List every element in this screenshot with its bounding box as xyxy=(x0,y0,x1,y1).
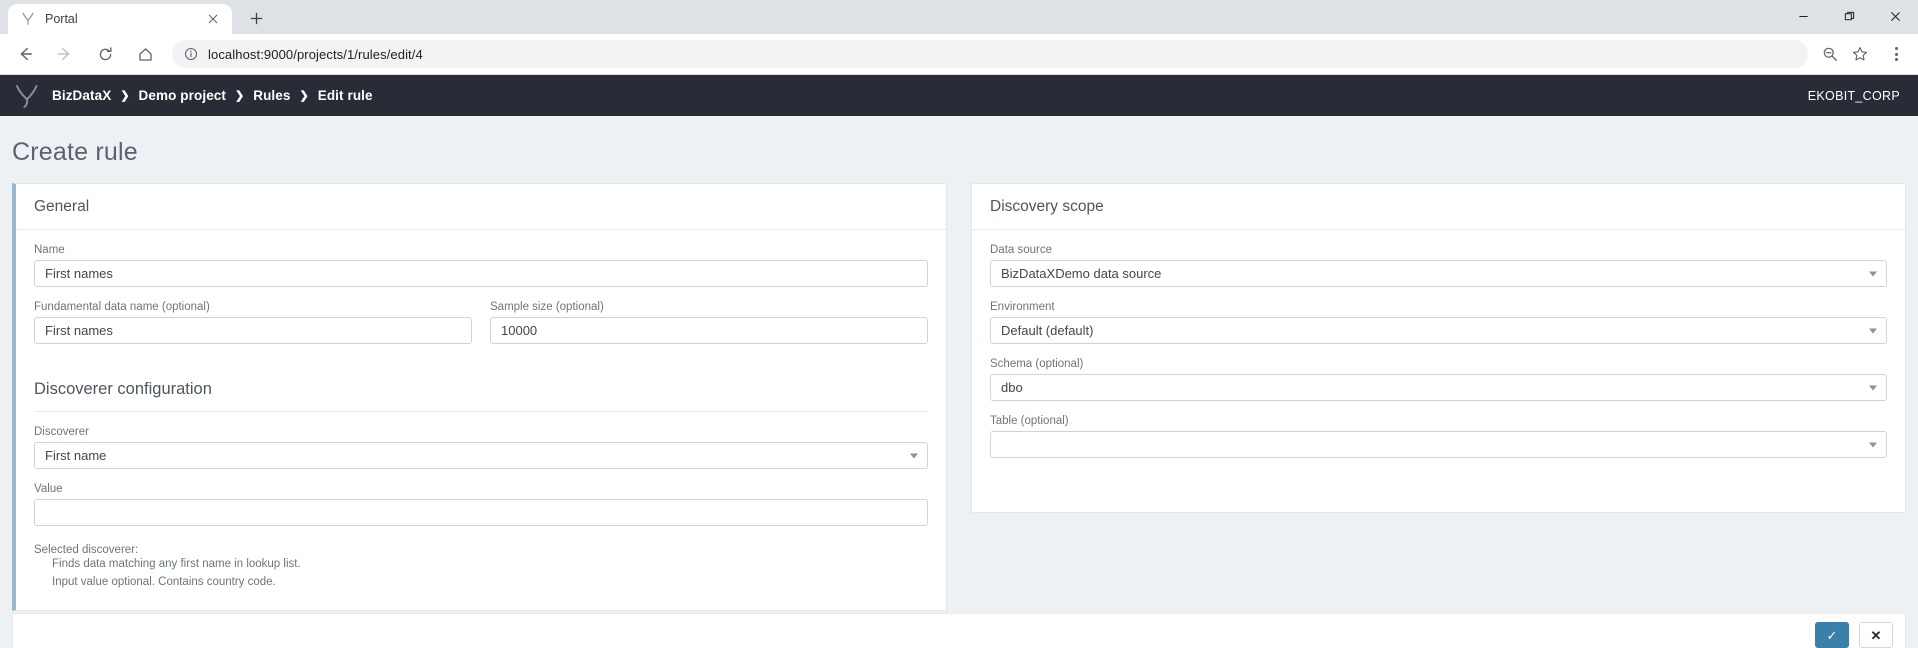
maximize-icon[interactable] xyxy=(1826,0,1872,32)
fundamental-sample-row: Fundamental data name (optional) Sample … xyxy=(34,301,928,358)
form-action-bar: ✓ ✕ xyxy=(12,613,1906,648)
name-input[interactable] xyxy=(34,260,928,287)
breadcrumb-item-edit-rule[interactable]: Edit rule xyxy=(318,88,373,103)
chevron-down-icon xyxy=(1869,271,1877,276)
info-circle-icon[interactable] xyxy=(184,47,198,61)
page-content: Create rule General Name Fundamental dat… xyxy=(0,116,1918,648)
breadcrumb-item-demo-project[interactable]: Demo project xyxy=(139,88,226,103)
discoverer-label: Discoverer xyxy=(34,426,89,438)
discovery-scope-card-title: Discovery scope xyxy=(990,198,1104,215)
general-column: General Name Fundamental data name (opti… xyxy=(12,183,947,611)
discoverer-field-group: Discoverer First name xyxy=(34,426,928,469)
omnibox-toolbar: localhost:9000/projects/1/rules/edit/4 xyxy=(0,34,1918,74)
minimize-icon[interactable] xyxy=(1780,0,1826,32)
data-source-select-value: BizDataXDemo data source xyxy=(1001,266,1162,281)
kebab-menu-icon[interactable] xyxy=(1882,40,1910,68)
breadcrumb-item-bizdatax[interactable]: BizDataX xyxy=(52,88,111,103)
selected-discoverer-help: Selected discoverer: Finds data matching… xyxy=(34,544,928,592)
environment-label: Environment xyxy=(990,301,1055,313)
cancel-button[interactable]: ✕ xyxy=(1859,622,1893,648)
table-label: Table (optional) xyxy=(990,415,1069,427)
discovery-scope-card: Discovery scope Data source BizDataXDemo… xyxy=(971,183,1906,513)
address-bar[interactable]: localhost:9000/projects/1/rules/edit/4 xyxy=(172,40,1808,68)
chevron-right-icon: ❯ xyxy=(299,90,309,102)
breadcrumb-item-rules[interactable]: Rules xyxy=(253,88,290,103)
fundamental-data-name-field-group: Fundamental data name (optional) xyxy=(34,301,472,344)
sample-size-label: Sample size (optional) xyxy=(490,301,604,313)
discovery-scope-column: Discovery scope Data source BizDataXDemo… xyxy=(971,183,1906,513)
discoverer-select[interactable]: First name xyxy=(34,442,928,469)
value-field-group: Value xyxy=(34,483,928,526)
tab-title: Portal xyxy=(45,12,78,26)
fundamental-data-name-label: Fundamental data name (optional) xyxy=(34,301,210,313)
forward-arrow-icon[interactable] xyxy=(49,38,81,70)
general-card-header: General xyxy=(16,184,946,230)
sample-size-input[interactable] xyxy=(490,317,928,344)
value-input[interactable] xyxy=(34,499,928,526)
discoverer-configuration-title: Discoverer configuration xyxy=(34,380,928,412)
browser-tab[interactable]: Portal xyxy=(8,4,232,34)
chevron-down-icon xyxy=(910,453,918,458)
close-icon[interactable] xyxy=(204,10,222,28)
environment-field-group: Environment Default (default) xyxy=(990,301,1887,344)
chevron-down-icon xyxy=(1869,328,1877,333)
selected-discoverer-line-2: Input value optional. Contains country c… xyxy=(52,575,276,588)
discovery-scope-card-body: Data source BizDataXDemo data source Env… xyxy=(972,230,1905,490)
data-source-label: Data source xyxy=(990,244,1053,256)
general-card-body: Name Fundamental data name (optional) Sa… xyxy=(16,230,946,610)
general-card: General Name Fundamental data name (opti… xyxy=(12,183,947,611)
schema-select-value: dbo xyxy=(1001,380,1023,395)
discoverer-select-value: First name xyxy=(45,448,107,463)
organization-name: EKOBIT_CORP xyxy=(1807,88,1900,103)
name-field-group: Name xyxy=(34,244,928,287)
tab-strip: Portal xyxy=(0,0,1918,34)
schema-label: Schema (optional) xyxy=(990,358,1084,370)
breadcrumb: BizDataX ❯ Demo project ❯ Rules ❯ Edit r… xyxy=(52,88,373,103)
general-card-title: General xyxy=(34,198,90,215)
window-controls xyxy=(1780,0,1918,32)
table-select[interactable] xyxy=(990,431,1887,458)
selected-discoverer-line-1: Finds data matching any first name in lo… xyxy=(52,558,301,570)
new-tab-button[interactable] xyxy=(242,4,270,32)
browser-chrome: Portal localhost:9000/projects/1/rules/e… xyxy=(0,0,1918,75)
data-source-field-group: Data source BizDataXDemo data source xyxy=(990,244,1887,287)
environment-select-value: Default (default) xyxy=(1001,323,1094,338)
chevron-down-icon xyxy=(1869,442,1877,447)
discovery-scope-card-header: Discovery scope xyxy=(972,184,1905,230)
fundamental-data-name-input[interactable] xyxy=(34,317,472,344)
schema-select[interactable]: dbo xyxy=(990,374,1887,401)
chevron-down-icon xyxy=(1869,385,1877,390)
home-icon[interactable] xyxy=(129,38,161,70)
data-source-select[interactable]: BizDataXDemo data source xyxy=(990,260,1887,287)
discoverer-configuration-body: Discoverer First name Value Selected dis xyxy=(34,412,928,592)
reload-icon[interactable] xyxy=(89,38,121,70)
schema-field-group: Schema (optional) dbo xyxy=(990,358,1887,401)
close-icon[interactable] xyxy=(1872,0,1918,32)
table-field-group: Table (optional) xyxy=(990,415,1887,458)
app-header: BizDataX ❯ Demo project ❯ Rules ❯ Edit r… xyxy=(0,75,1918,116)
bizdatax-logo-icon xyxy=(20,11,36,27)
selected-discoverer-title: Selected discoverer: xyxy=(34,544,139,556)
url-text: localhost:9000/projects/1/rules/edit/4 xyxy=(208,46,423,62)
chevron-right-icon: ❯ xyxy=(235,90,245,102)
environment-select[interactable]: Default (default) xyxy=(990,317,1887,344)
zoom-out-icon[interactable] xyxy=(1816,40,1844,68)
confirm-button[interactable]: ✓ xyxy=(1815,622,1849,648)
form-columns: General Name Fundamental data name (opti… xyxy=(0,183,1918,611)
star-icon[interactable] xyxy=(1846,40,1874,68)
value-label: Value xyxy=(34,483,63,495)
page-title: Create rule xyxy=(12,138,138,166)
chevron-right-icon: ❯ xyxy=(120,90,130,102)
sample-size-field-group: Sample size (optional) xyxy=(490,301,928,344)
plus-icon xyxy=(250,12,262,24)
back-arrow-icon[interactable] xyxy=(9,38,41,70)
bizdatax-logo-icon[interactable] xyxy=(10,81,44,111)
name-label: Name xyxy=(34,244,65,256)
